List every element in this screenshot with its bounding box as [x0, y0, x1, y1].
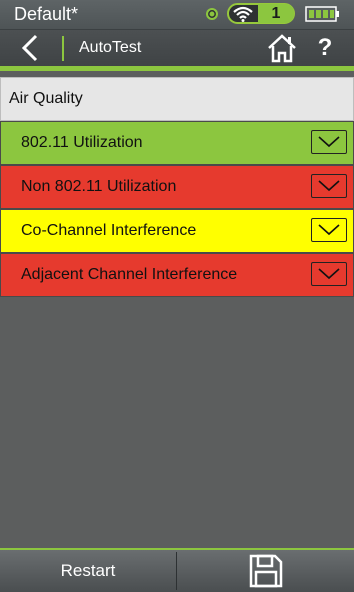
battery-icon	[305, 6, 339, 22]
accent-line	[0, 66, 354, 71]
section-header-air-quality: Air Quality	[0, 77, 354, 121]
expand-button[interactable]	[311, 130, 347, 154]
expand-button[interactable]	[311, 262, 347, 286]
page-title: AutoTest	[79, 39, 142, 56]
expand-button[interactable]	[311, 174, 347, 198]
title-bar: AutoTest ?	[0, 30, 354, 66]
chevron-down-icon	[318, 224, 340, 236]
sync-status-icon	[206, 8, 218, 20]
help-button[interactable]: ?	[312, 32, 338, 64]
test-row-adjacent-channel-interference[interactable]: Adjacent Channel Interference	[0, 253, 354, 297]
floppy-disk-icon	[249, 554, 283, 588]
title-divider	[62, 36, 64, 61]
test-label: Co-Channel Interference	[21, 222, 197, 239]
wifi-status-pill[interactable]: 1	[227, 3, 295, 24]
test-label: 802.11 Utilization	[21, 134, 143, 151]
back-button[interactable]	[12, 33, 48, 63]
test-row-802-11-utilization[interactable]: 802.11 Utilization	[0, 121, 354, 165]
restart-button[interactable]: Restart	[0, 550, 176, 592]
test-label: Adjacent Channel Interference	[21, 266, 238, 283]
expand-button[interactable]	[311, 218, 347, 242]
profile-name[interactable]: Default*	[14, 4, 78, 24]
wifi-icon	[233, 6, 253, 22]
chevron-down-icon	[318, 136, 340, 148]
bottom-toolbar: Restart	[0, 548, 354, 592]
test-row-co-channel-interference[interactable]: Co-Channel Interference	[0, 209, 354, 253]
chevron-down-icon	[318, 180, 340, 192]
test-label: Non 802.11 Utilization	[21, 178, 177, 195]
chevron-down-icon	[318, 268, 340, 280]
test-row-non-802-11-utilization[interactable]: Non 802.11 Utilization	[0, 165, 354, 209]
status-bar: Default* 1	[0, 0, 354, 30]
wifi-count: 1	[258, 4, 294, 23]
toolbar-divider	[176, 552, 177, 590]
home-icon[interactable]	[266, 32, 298, 64]
save-button[interactable]	[178, 550, 354, 592]
section-title: Air Quality	[9, 90, 83, 107]
